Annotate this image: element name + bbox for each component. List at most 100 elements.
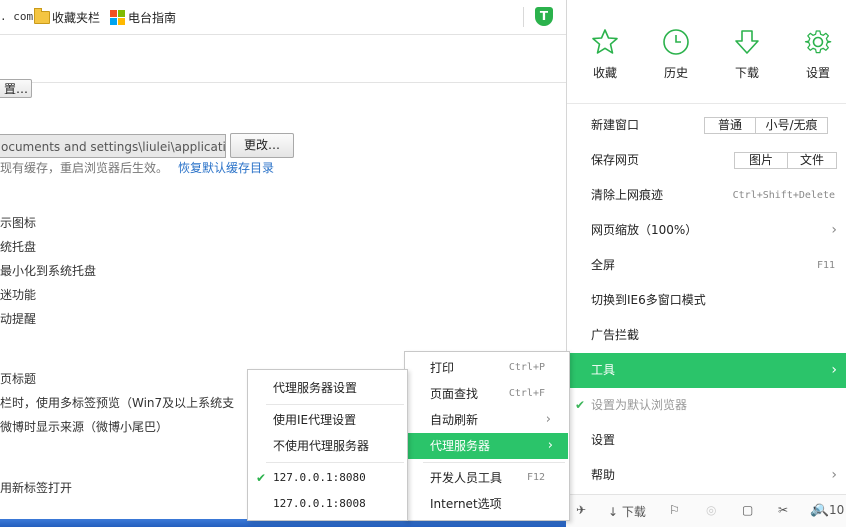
chevron-right-icon: › — [547, 438, 553, 453]
option-label: 用新标签打开 — [0, 481, 73, 495]
shortcut-label: F12 — [526, 472, 545, 483]
flag-icon[interactable]: ⚐ — [669, 503, 680, 517]
check-icon: ✔ — [575, 398, 586, 412]
devtools-label: 开发人员工具 — [430, 471, 503, 485]
tools-item-auto-refresh[interactable]: 自动刷新 › — [405, 407, 569, 433]
tools-item-internet-options[interactable]: Internet选项 — [405, 491, 569, 517]
help-label: 帮助 — [591, 468, 616, 482]
favorites-button[interactable]: 收藏 — [575, 28, 635, 81]
chevron-right-icon: › — [831, 467, 837, 483]
clear-traces-label: 清除上网痕迹 — [591, 188, 664, 202]
downloads-button[interactable]: 下载 — [717, 28, 777, 81]
screenshot-icon[interactable]: ✂ — [778, 503, 788, 517]
zoom-status[interactable]: 🔍10 — [814, 503, 844, 517]
proxy-item-no-proxy[interactable]: 不使用代理服务器 — [248, 433, 407, 459]
section-divider — [0, 82, 566, 83]
shortcut-label: F11 — [816, 260, 835, 271]
security-shield-icon[interactable]: T — [535, 7, 553, 26]
menu-divider — [266, 404, 404, 405]
proxy-item-use-ie[interactable]: 使用IE代理设置 — [248, 407, 407, 433]
default-browser-label: 设置为默认浏览器 — [591, 398, 688, 412]
adblock-label: 广告拦截 — [591, 328, 640, 342]
bookmark-radio-guide[interactable]: 电台指南 — [128, 9, 176, 26]
auto-refresh-label: 自动刷新 — [430, 413, 479, 427]
check-icon: ✔ — [256, 471, 267, 485]
cache-path-field[interactable]: ocuments and settings\liulei\application — [0, 134, 226, 158]
settings-button[interactable]: 置… — [0, 79, 32, 98]
save-as-file-button[interactable]: 文件 — [787, 153, 836, 168]
option-label: 页标题 — [0, 372, 37, 386]
option-label: 栏时，使用多标签预览（Win7及以上系统支 — [0, 396, 235, 410]
new-window-normal-button[interactable]: 普通 — [705, 118, 755, 133]
fullscreen-label: 全屏 — [591, 258, 616, 272]
proxy-label: 代理服务器 — [430, 439, 491, 453]
tools-item-devtools[interactable]: 开发人员工具 F12 — [405, 465, 569, 491]
menu-item-tools[interactable]: 工具 › — [567, 353, 846, 388]
zoom-label: 网页缩放（100%） — [591, 223, 698, 237]
option-label: 微博时显示来源（微博小尾巴） — [0, 420, 169, 434]
tools-item-find[interactable]: 页面查找 Ctrl+F — [405, 381, 569, 407]
cache-hint: 现有缓存，重启浏览器后生效。 恢复默认缓存目录 — [0, 159, 274, 176]
change-button[interactable]: 更改… — [230, 133, 294, 158]
option-label: 迷功能 — [0, 288, 37, 302]
menu-item-settings[interactable]: 设置 — [567, 423, 846, 458]
menu-item-save-page: 保存网页 图片 文件 — [567, 143, 846, 178]
new-window-options: 普通 小号/无痕 — [704, 117, 828, 134]
ie6-mode-label: 切换到IE6多窗口模式 — [591, 293, 706, 307]
tools-submenu: 打印 Ctrl+P 页面查找 Ctrl+F 自动刷新 › 代理服务器 › 开发人… — [404, 351, 570, 521]
menu-item-help[interactable]: 帮助 › — [567, 458, 846, 493]
settings-quick-button[interactable]: 设置 — [788, 28, 846, 81]
browser-main-menu: 收藏 历史 下载 设置 新建窗口 普通 小号/无痕 保存网页 图片 文件 清除上… — [566, 0, 846, 527]
gear-icon — [804, 30, 832, 54]
restore-default-cache-link[interactable]: 恢复默认缓存目录 — [178, 161, 274, 175]
menu-item-fullscreen[interactable]: 全屏 F11 — [567, 248, 846, 283]
folder-icon — [34, 8, 50, 24]
address-fragment: . com — [0, 10, 34, 23]
pin-icon[interactable]: ✈ — [576, 503, 586, 517]
no-proxy-label: 不使用代理服务器 — [273, 439, 370, 453]
save-as-image-button[interactable]: 图片 — [735, 153, 787, 168]
menu-item-clear-traces[interactable]: 清除上网痕迹 Ctrl+Shift+Delete — [567, 178, 846, 213]
status-bar: ✈ ↓ 下载 ⚐ ◎ ▢ ✂ 🔈 🔍10 — [566, 494, 846, 527]
tools-item-proxy[interactable]: 代理服务器 › — [408, 433, 568, 459]
download-status-label: 下载 — [621, 505, 646, 519]
save-page-options: 图片 文件 — [734, 152, 837, 169]
print-label: 打印 — [430, 361, 455, 375]
window-icon[interactable]: ▢ — [742, 503, 753, 517]
bookmark-favorites-folder[interactable]: 收藏夹栏 — [52, 9, 100, 26]
chevron-right-icon: › — [831, 222, 837, 238]
shortcut-label: Ctrl+F — [508, 388, 545, 399]
proxy-8008-label: 127.0.0.1:8008 — [273, 497, 366, 510]
star-icon — [592, 29, 618, 54]
menu-item-zoom[interactable]: 网页缩放（100%） › — [567, 213, 846, 248]
settings-label: 设置 — [591, 433, 616, 447]
chevron-right-icon: › — [831, 362, 837, 378]
menu-item-adblock[interactable]: 广告拦截 — [567, 318, 846, 353]
favorites-label: 收藏 — [592, 66, 617, 80]
menu-item-default-browser[interactable]: ✔ 设置为默认浏览器 — [567, 388, 846, 423]
proxy-item-8080[interactable]: ✔ 127.0.0.1:8080 — [248, 465, 407, 491]
find-label: 页面查找 — [430, 387, 479, 401]
proxy-submenu: 代理服务器设置 使用IE代理设置 不使用代理服务器 ✔ 127.0.0.1:80… — [247, 369, 408, 521]
downloads-label: 下载 — [734, 66, 759, 80]
option-label: 最小化到系统托盘 — [0, 264, 97, 278]
menu-item-ie6-mode[interactable]: 切换到IE6多窗口模式 — [567, 283, 846, 318]
menu-divider — [567, 103, 846, 104]
history-button[interactable]: 历史 — [646, 28, 706, 81]
option-label: 示图标 — [0, 216, 37, 230]
download-icon — [735, 30, 759, 54]
new-window-private-button[interactable]: 小号/无痕 — [755, 118, 827, 133]
hint-text: 现有缓存，重启浏览器后生效。 — [0, 161, 169, 175]
tools-item-print[interactable]: 打印 Ctrl+P — [405, 355, 569, 381]
history-label: 历史 — [663, 66, 688, 80]
windows-logo-icon — [110, 10, 125, 25]
shortcut-label: Ctrl+P — [508, 362, 545, 373]
new-window-label: 新建窗口 — [591, 118, 640, 132]
proxy-item-settings[interactable]: 代理服务器设置 — [248, 375, 407, 401]
proxy-item-8008[interactable]: 127.0.0.1:8008 — [248, 491, 407, 517]
download-status-button[interactable]: ↓ 下载 — [608, 503, 646, 520]
use-ie-proxy-label: 使用IE代理设置 — [273, 413, 357, 427]
shortcut-label: Ctrl+Shift+Delete — [732, 190, 835, 201]
menu-divider — [423, 462, 565, 463]
option-label: 统托盘 — [0, 240, 37, 254]
